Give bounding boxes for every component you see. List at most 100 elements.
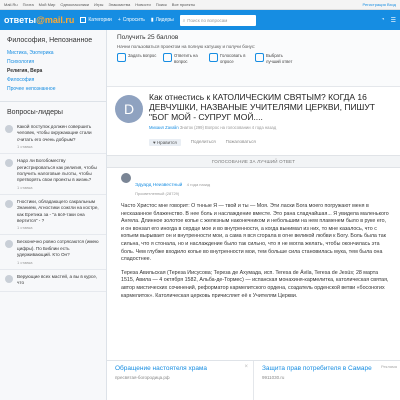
- category-link[interactable]: Прочее непознанное: [7, 85, 99, 94]
- logo[interactable]: ответы@mail.ru: [4, 15, 74, 25]
- user-icon[interactable]: ☰: [391, 17, 396, 24]
- category-title: Философия, Непознанное: [7, 37, 93, 44]
- search-icon: ⌕: [182, 17, 186, 23]
- answer-author[interactable]: Эдуард Неизвестный: [135, 183, 182, 188]
- portal-link[interactable]: Почта: [23, 2, 34, 7]
- divider: [0, 101, 106, 102]
- ad-card[interactable]: Обращение настоятеля храма пресвятая-бог…: [107, 361, 254, 400]
- bonus-promo: Получить 25 баллов Начни пользоваться пр…: [107, 30, 400, 87]
- ad-card[interactable]: Защита прав потребителя в Самаре 9911030…: [254, 361, 400, 400]
- share-button[interactable]: Поделиться: [191, 139, 216, 146]
- question-icon: [117, 53, 126, 62]
- promo-answer[interactable]: Ответить на вопрос: [163, 53, 205, 64]
- list-item[interactable]: Какой поступок должен совершить человек,…: [0, 120, 106, 155]
- close-icon[interactable]: ×: [244, 364, 248, 370]
- ad-url[interactable]: пресвятая-богородица.рф: [115, 375, 245, 380]
- grid-icon: [80, 17, 87, 23]
- promo-best[interactable]: Выбрать лучший ответ: [255, 53, 297, 64]
- portal-link[interactable]: Новости: [135, 2, 150, 7]
- question-block: D Как отнестись к КАТОЛИЧЕСКИМ СВЯТЫМ? К…: [107, 87, 400, 150]
- leaders-button[interactable]: ▮ Лидеры: [151, 17, 174, 23]
- portal-link[interactable]: Игры: [94, 2, 103, 7]
- list-item[interactable]: Надо ли Богобоместву регистрироваться ка…: [0, 154, 106, 195]
- notifications-icon[interactable]: ◔: [381, 17, 385, 24]
- ad-url[interactable]: 9911030.ru: [262, 375, 392, 380]
- complain-button[interactable]: Пожаловаться: [226, 139, 256, 146]
- avatar: [5, 274, 13, 283]
- promo-title: Получить 25 баллов: [117, 34, 179, 41]
- promo-action-label: Выбрать лучший ответ: [266, 53, 293, 64]
- promo-actions: Задать вопрос Ответить на вопрос Голосов…: [117, 53, 390, 64]
- question-text: Бесконечно ровно сотрясаются (имею цифры…: [17, 239, 99, 258]
- question-title: Как отнестись к КАТОЛИЧЕСКИМ СВЯТЫМ? КОГ…: [149, 92, 375, 122]
- logo-main: ответы: [4, 15, 37, 25]
- leaders-title: Вопросы-лидеры: [7, 109, 63, 116]
- promo-action-label: Ответить на вопрос: [174, 53, 198, 64]
- bars-icon: ▮: [150, 17, 154, 23]
- question-text: Верующие всех мастей, а вы в курсе, что: [17, 273, 98, 286]
- answer-icon: [163, 53, 172, 62]
- list-item[interactable]: Верующие всех мастей, а вы в курсе, что: [0, 270, 106, 292]
- answer-paragraph: Часто Христос мне говорит: О тнные Я — т…: [121, 203, 389, 263]
- poll-icon: [209, 53, 218, 62]
- answer-paragraph: Тереза Авильская (Тереза Иисусова; Терез…: [121, 269, 389, 299]
- question-text: Надо ли Богобоместву регистрироваться ка…: [17, 158, 97, 183]
- answer-rank: Просветленный (28729): [135, 191, 180, 196]
- avatar: [5, 125, 13, 133]
- question-text: Какой поступок должен совершить человек,…: [17, 124, 92, 142]
- portal-link[interactable]: Поиск: [156, 2, 167, 7]
- plus-icon: +: [117, 17, 121, 23]
- answer-body: Часто Христос мне говорит: О тнные Я — т…: [121, 203, 390, 300]
- avatar: [5, 240, 13, 249]
- category-links: Мистика, Эзотерика Психология Религия, В…: [0, 47, 106, 98]
- top-portal-nav: Mail.Ru Почта Мой Мир Одноклассники Игры…: [0, 0, 400, 10]
- auth-links[interactable]: Регистрация Вход: [362, 2, 396, 7]
- avatar[interactable]: D: [115, 95, 143, 123]
- portal-link[interactable]: Одноклассники: [60, 2, 89, 7]
- question-meta: 1 ставка: [17, 259, 33, 265]
- author-link[interactable]: Михаил Zavalin: [149, 125, 179, 130]
- category-link-active[interactable]: Религия, Вера: [7, 67, 99, 76]
- list-item[interactable]: Бесконечно ровно сотрясаются (имею цифры…: [0, 235, 106, 270]
- list-item[interactable]: Гностики, обладающего сакральным Знанием…: [0, 195, 106, 236]
- promo-ask[interactable]: Задать вопрос: [117, 53, 159, 64]
- check-icon: [255, 53, 264, 62]
- portal-link[interactable]: Мой Мир: [39, 2, 56, 7]
- question-meta: 1 ставка: [17, 225, 33, 231]
- ask-button[interactable]: + Спросить: [118, 17, 145, 23]
- search-input[interactable]: ⌕ Поиск по вопросам: [179, 14, 256, 26]
- avatar[interactable]: [121, 173, 131, 183]
- question-author-line: Михаил Zavalin Знаток (299) Вопрос на го…: [149, 125, 392, 130]
- category-link[interactable]: Психология: [7, 58, 99, 67]
- ad-title[interactable]: Защита прав потребителя в Самаре: [262, 365, 392, 372]
- main-content: Получить 25 баллов Начни пользоваться пр…: [107, 30, 400, 400]
- site-header: ответы@mail.ru Категории + Спросить ▮ Лиде…: [0, 10, 400, 30]
- portal-link[interactable]: Знакомства: [108, 2, 130, 7]
- leaders-label: Лидеры: [155, 17, 174, 23]
- author-meta: Знаток (299) Вопрос на голосовании 4 год…: [179, 125, 277, 130]
- question-meta: 1 ставка: [17, 144, 33, 150]
- best-answer-vote-header: ГОЛОСОВАНИЕ ЗА ЛУЧШИЙ ОТВЕТ: [107, 155, 400, 168]
- avatar: [5, 199, 13, 208]
- category-link[interactable]: Мистика, Эзотерика: [7, 49, 99, 58]
- like-label: Нравится: [156, 140, 177, 145]
- portal-link[interactable]: Все проекты: [172, 2, 195, 7]
- category-link[interactable]: Философия: [7, 76, 99, 85]
- like-button[interactable]: ♥ Нравится: [149, 139, 181, 146]
- ad-label: Реклама: [380, 364, 397, 369]
- ad-title[interactable]: Обращение настоятеля храма: [115, 365, 245, 372]
- logo-mail: @mail.ru: [36, 15, 75, 25]
- categories-label: Категории: [88, 17, 112, 23]
- ad-banner: Обращение настоятеля храма пресвятая-бог…: [107, 360, 400, 400]
- promo-subtitle: Начни пользоваться проектом на полную ка…: [117, 44, 256, 49]
- header-icons: ◔ ☰: [381, 17, 396, 24]
- categories-button[interactable]: Категории: [80, 17, 112, 23]
- search-placeholder: Поиск по вопросам: [187, 17, 228, 23]
- portal-link[interactable]: Mail.Ru: [4, 2, 18, 7]
- sidebar: Философия, Непознанное Мистика, Эзотерик…: [0, 30, 107, 400]
- promo-vote[interactable]: Голосовать в опросе: [209, 53, 251, 64]
- question-meta: 1 ставка: [17, 184, 33, 190]
- answer-block: Эдуард Неизвестный 4 года назад Просветл…: [107, 168, 400, 300]
- promo-action-label: Голосовать в опросе: [220, 53, 246, 64]
- question-text: Гностики, обладающего сакральным Знанием…: [17, 198, 99, 224]
